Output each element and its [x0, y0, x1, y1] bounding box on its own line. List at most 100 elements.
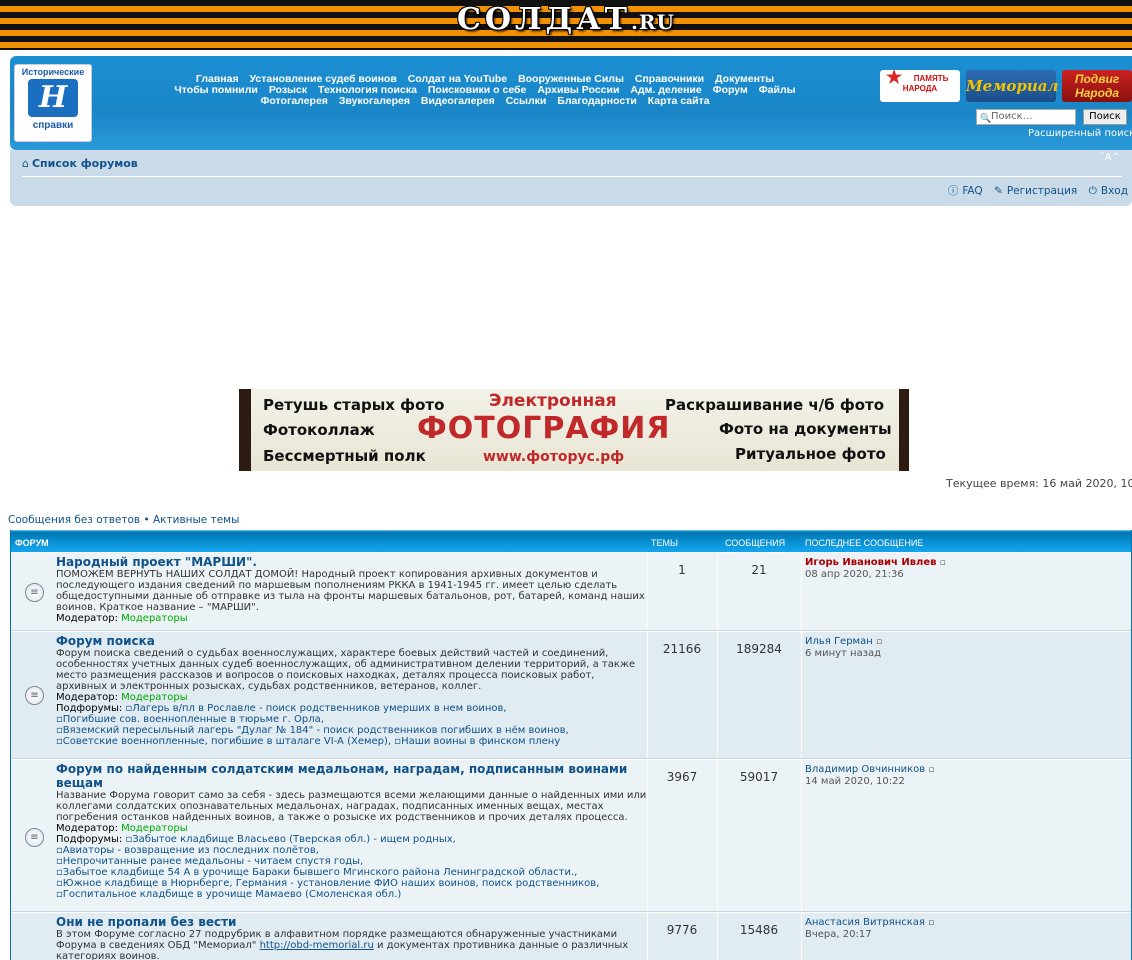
logo-top-text: Исторические	[21, 67, 85, 77]
navbar-divider	[22, 176, 1122, 177]
column-separator	[801, 553, 802, 630]
moderator-label: Модератор:	[56, 613, 118, 624]
nav-row-3: Фотогалерея Звукогалерея Видеогалерея Сс…	[100, 96, 870, 107]
banner-memorial[interactable]: Мемориал	[966, 70, 1059, 102]
logo-mark-icon: Н	[28, 79, 78, 117]
faq-icon: ⓘ	[947, 185, 959, 197]
nav-link-thanks[interactable]: Благодарности	[557, 95, 637, 107]
login-link[interactable]: ⏻ Вход	[1085, 185, 1128, 197]
subforum-link[interactable]: Авиаторы - возвращение из последних полё…	[63, 845, 319, 856]
forum-description: Форум поиска сведений о судьбах военносл…	[56, 648, 636, 692]
home-icon: ⌂	[22, 157, 29, 170]
ad-banner-photo[interactable]: Ретушь старых фото Электронная Раскрашив…	[239, 389, 909, 471]
forum-last-post: Владимир Овчинников ▫ 14 май 2020, 10:22	[805, 764, 934, 787]
search-button[interactable]: Поиск	[1083, 109, 1127, 125]
banner-pamyat-naroda[interactable]: ★ ПАМЯТЬ НАРОДА	[880, 68, 960, 102]
last-post-date: 14 май 2020, 10:22	[805, 776, 905, 787]
subforums-label: Подфорумы:	[56, 834, 123, 845]
last-post-date: Вчера, 20:17	[805, 929, 872, 940]
forum-cell: Форум поиска Форум поиска сведений о суд…	[11, 632, 647, 747]
moderators-link[interactable]: Модераторы	[121, 613, 187, 624]
ad-text-ritual: Ритуальное фото	[735, 445, 886, 463]
unanswered-posts-link[interactable]: Сообщения без ответов	[8, 514, 140, 526]
goto-post-icon[interactable]: ▫	[876, 637, 882, 647]
moderators-link[interactable]: Модераторы	[121, 692, 187, 703]
current-time: Текущее время: 16 май 2020, 10:35	[946, 477, 1132, 490]
site-logo[interactable]: Исторические Н справки	[14, 64, 92, 142]
subforum-link[interactable]: Наши воины в финском плену	[401, 736, 560, 747]
forum-posts-count: 15486	[739, 923, 779, 937]
goto-post-icon[interactable]: ▫	[928, 918, 934, 928]
nav-link-audio[interactable]: Звукогалерея	[339, 95, 410, 107]
forum-title[interactable]: Форум поиска	[56, 634, 647, 648]
faq-link[interactable]: ⓘ FAQ	[944, 185, 983, 197]
forum-navbar: ⌂ Список форумов ˅A^ ⓘ FAQ ✎ Регистрация ⏻ В…	[10, 150, 1132, 206]
last-post-author[interactable]: Анастасия Витрянская	[805, 917, 925, 928]
banner-podvig-naroda[interactable]: Подвиг Народа	[1062, 70, 1132, 102]
header-topics: ТЕМЫ	[651, 538, 678, 548]
nav-link-remember[interactable]: Чтобы помнили	[174, 84, 257, 96]
font-size-toggle[interactable]: ˅A^	[1100, 152, 1120, 163]
last-post-author[interactable]: Игорь Иванович Ивлев	[805, 557, 936, 568]
forum-last-post: Анастасия Витрянская ▫ Вчера, 20:17	[805, 917, 934, 940]
header-last-post: ПОСЛЕДНЕЕ СООБЩЕНИЕ	[805, 538, 924, 548]
active-topics-link[interactable]: Активные темы	[153, 514, 239, 526]
register-link[interactable]: ✎ Регистрация	[990, 185, 1077, 197]
breadcrumb[interactable]: ⌂ Список форумов	[22, 157, 138, 170]
column-separator	[801, 913, 802, 960]
moderator-label: Модератор:	[56, 692, 118, 703]
nav-link-video[interactable]: Видеогалерея	[421, 95, 495, 107]
forum-topics-count: 3967	[666, 770, 698, 784]
header-posts: СООБЩЕНИЯ	[725, 538, 786, 548]
forum-description: Название Форума говорит само за себя - з…	[56, 790, 647, 823]
last-post-author[interactable]: Владимир Овчинников	[805, 764, 925, 775]
subforum-link[interactable]: Вяземский пересыльный лагерь "Дулаг № 18…	[63, 725, 569, 736]
last-post-date: 6 минут назад	[805, 648, 882, 659]
forum-last-post: Илья Герман ▫ 6 минут назад	[805, 636, 882, 659]
subforum-link[interactable]: Советские военнопленные, погибшие в штал…	[63, 736, 391, 747]
quicklinks-separator: •	[140, 514, 153, 526]
forum-title[interactable]: Они не пропали без вести	[56, 915, 647, 929]
nav-link-forum[interactable]: Форум	[713, 84, 748, 96]
main-nav: Главная Установление судеб воинов Солдат…	[100, 74, 870, 107]
obd-memorial-link[interactable]: http://obd-memorial.ru	[260, 940, 374, 951]
forum-moderators: Модератор: Модераторы	[56, 823, 647, 834]
subforum-link[interactable]: Непрочитанные ранее медальоны - читаем с…	[63, 856, 363, 867]
forum-moderators: Модератор: Модераторы	[56, 692, 647, 703]
header-forum: ФОРУМ	[15, 538, 49, 548]
banner-podvig-text: Подвиг Народа	[1074, 72, 1120, 100]
forum-posts-count: 59017	[739, 770, 779, 784]
search-placeholder: Поиск…	[991, 111, 1033, 122]
subforum-link[interactable]: Забытое кладбище 54 А в урочище Бараки б…	[63, 867, 578, 878]
moderators-link[interactable]: Модераторы	[121, 823, 187, 834]
forum-row: ≡ Форум по найденным солдатским медальон…	[11, 759, 1131, 912]
site-title[interactable]: СОЛДАТ.RU	[0, 2, 1132, 37]
forum-title[interactable]: Форум по найденным солдатским медальонам…	[56, 762, 647, 790]
site-title-main: СОЛДАТ	[456, 2, 631, 37]
goto-post-icon[interactable]: ▫	[940, 558, 946, 568]
subforum-link[interactable]: Погибшие сов. военнопленные в тюрьме г. …	[63, 714, 324, 725]
nav-link-files[interactable]: Файлы	[759, 84, 796, 96]
search-input[interactable]: 🔍 Поиск…	[976, 109, 1076, 125]
nav-link-photo[interactable]: Фотогалерея	[260, 95, 328, 107]
quick-links: Сообщения без ответов • Активные темы	[8, 514, 239, 526]
register-label: Регистрация	[1006, 185, 1078, 197]
subforum-link[interactable]: Забытое кладбище Власьево (Тверская обл.…	[132, 834, 456, 845]
banner-memorial-text: Мемориал	[966, 77, 1059, 95]
login-label: Вход	[1100, 185, 1128, 197]
forum-title[interactable]: Народный проект "МАРШИ".	[56, 555, 647, 569]
subforum-link[interactable]: Лагерь в/пл в Рославле - поиск родственн…	[132, 703, 506, 714]
breadcrumb-label: Список форумов	[31, 157, 138, 170]
last-post-date: 08 апр 2020, 21:36	[805, 569, 904, 580]
nav-link-sitemap[interactable]: Карта сайта	[648, 95, 710, 107]
subforum-link[interactable]: Южное кладбище в Нюрнберге, Германия - у…	[63, 878, 600, 889]
subforums-label: Подфорумы:	[56, 703, 123, 714]
nav-link-links[interactable]: Ссылки	[506, 95, 547, 107]
goto-post-icon[interactable]: ▫	[928, 765, 934, 775]
subforum-link[interactable]: Госпитальное кладбище в урочище Мамаево …	[63, 889, 402, 900]
advanced-search-link[interactable]: Расширенный поиск	[1028, 128, 1132, 139]
forum-posts-count: 189284	[736, 642, 782, 656]
forum-row: Они не пропали без вести В этом Форуме с…	[11, 912, 1131, 960]
last-post-author[interactable]: Илья Герман	[805, 636, 873, 647]
search-icon: 🔍	[980, 114, 992, 124]
